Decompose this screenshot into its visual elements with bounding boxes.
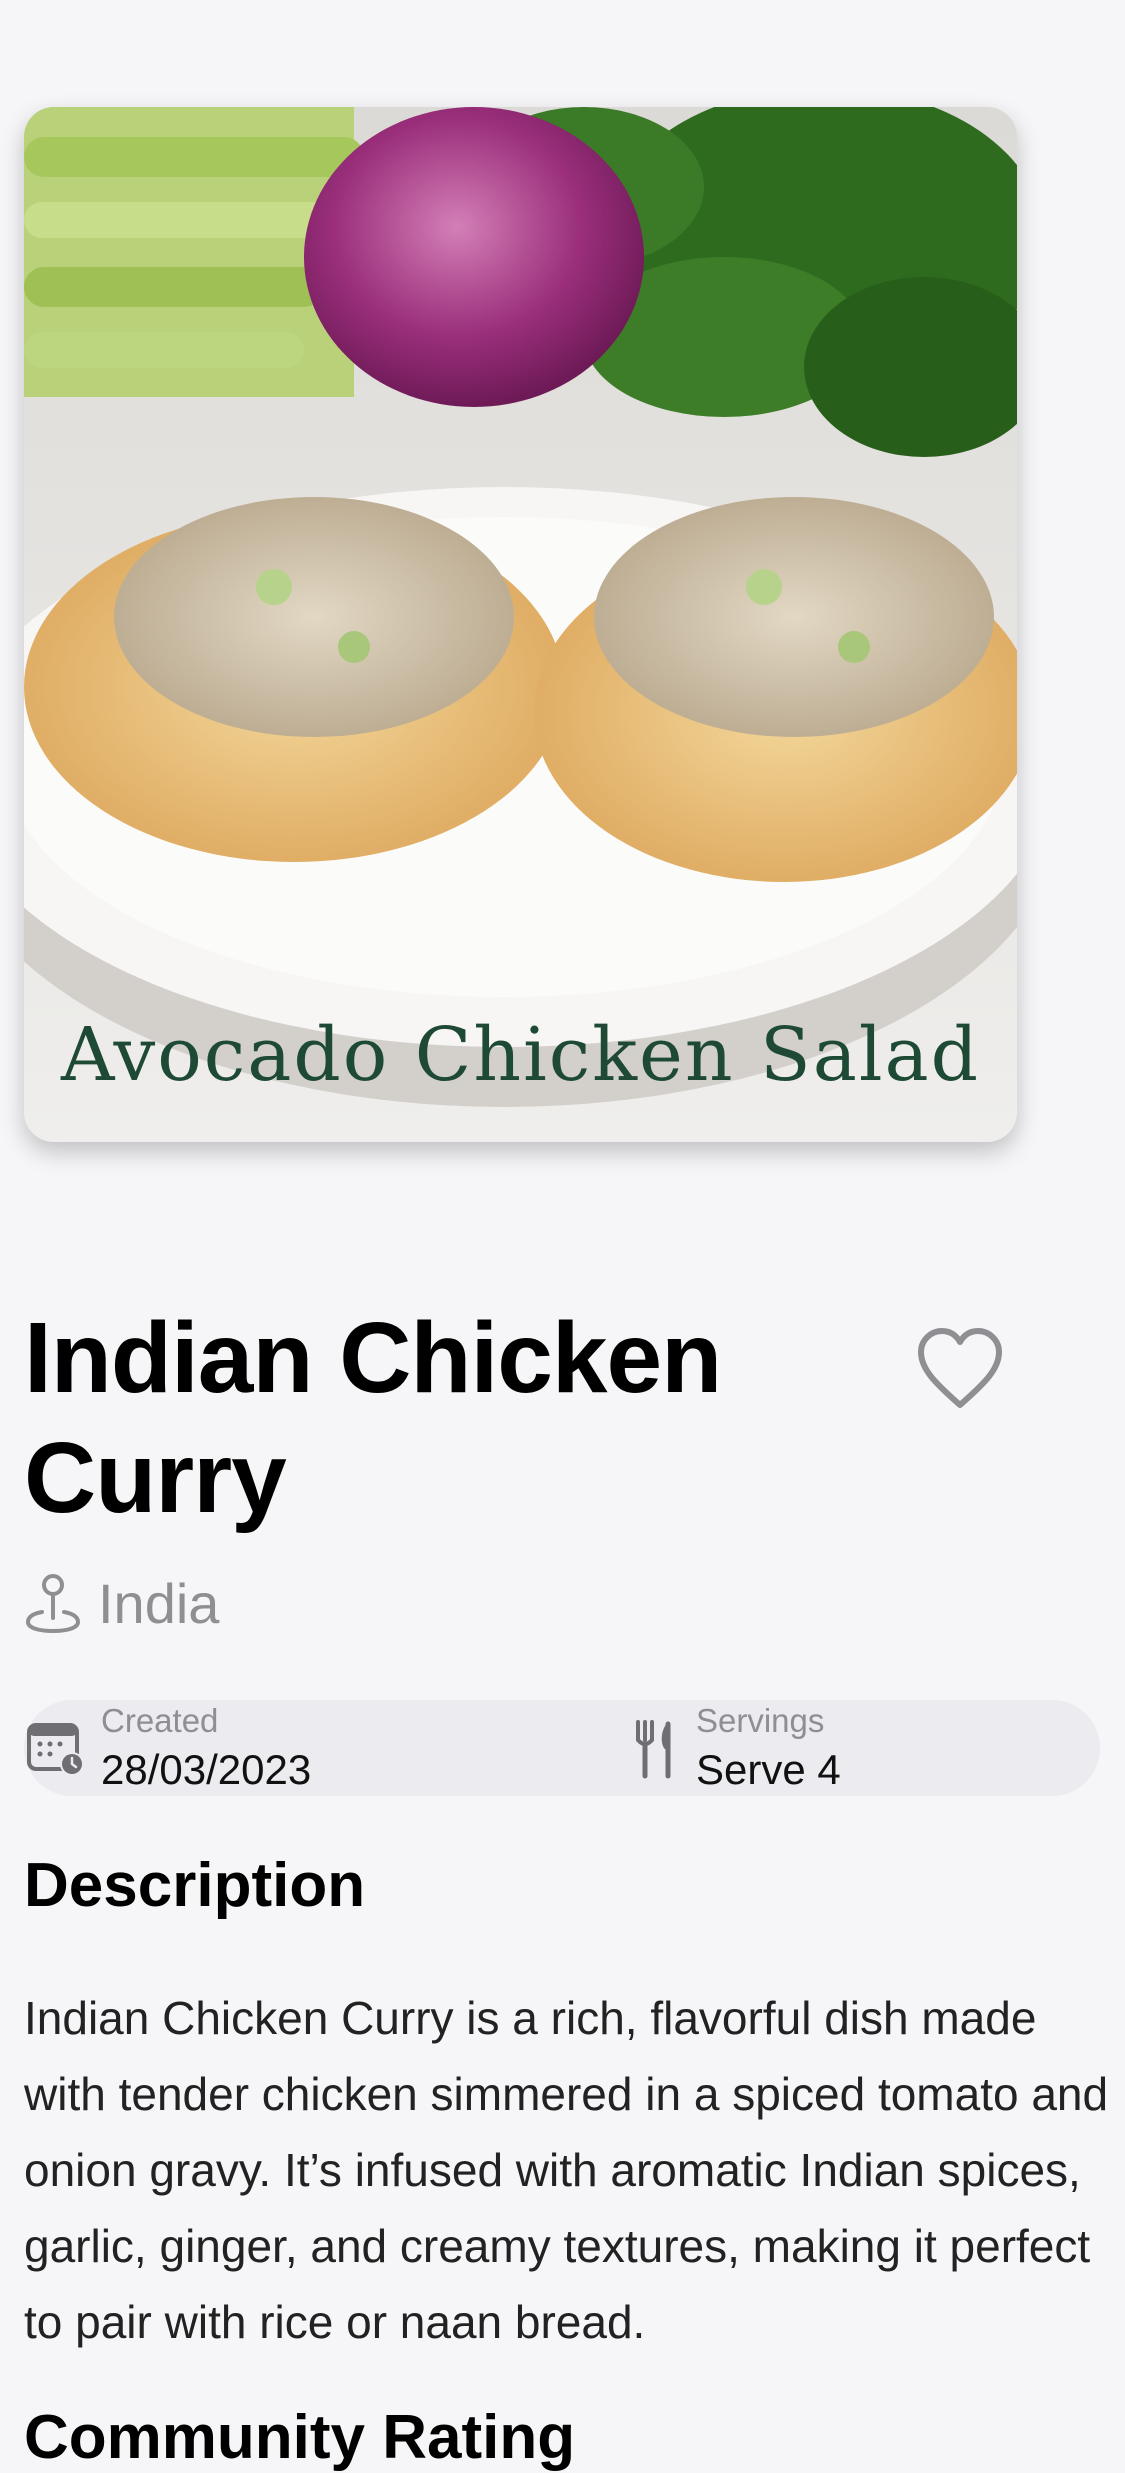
favorite-button[interactable] (915, 1325, 1005, 1415)
heart-icon (918, 1328, 1002, 1408)
recipe-title: Indian Chicken Curry (24, 1302, 722, 1534)
hero-caption: Avocado Chicken Salad (61, 1012, 980, 1098)
created-value: 28/03/2023 (101, 1746, 312, 1793)
servings-label: Servings (696, 1702, 825, 1739)
servings-info: Servings Serve 4 (634, 1700, 1094, 1796)
recipe-hero-image: Avocado Chicken Salad (24, 107, 1017, 1142)
location-label: India (98, 1571, 220, 1635)
fork-knife-icon (636, 1720, 671, 1779)
created-label: Created (101, 1702, 219, 1739)
calendar-clock-icon (27, 1723, 84, 1776)
map-pin-icon (25, 1574, 81, 1634)
recipe-info-bar: Created 28/03/2023 Servings Serve 4 (24, 1700, 1100, 1796)
description-heading: Description (24, 1851, 366, 1920)
recipe-location: India (24, 1570, 219, 1636)
servings-value: Serve 4 (696, 1746, 841, 1793)
description-text: Indian Chicken Curry is a rich, flavorfu… (24, 1992, 1109, 2348)
created-info: Created 28/03/2023 (24, 1700, 584, 1796)
community-rating-heading: Community Rating (24, 2403, 576, 2472)
food-photo (24, 107, 1017, 1142)
